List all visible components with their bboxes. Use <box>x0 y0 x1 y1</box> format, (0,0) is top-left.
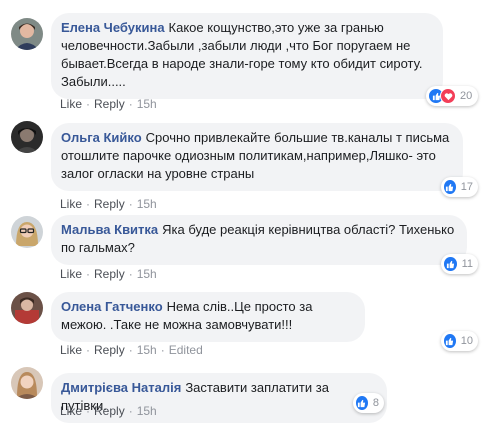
like-icon <box>443 333 457 349</box>
reaction-count: 17 <box>460 181 473 193</box>
like-button[interactable]: Like <box>60 404 82 418</box>
avatar[interactable] <box>11 292 43 324</box>
comment-timestamp[interactable]: 15h <box>137 97 157 111</box>
edited-label[interactable]: Edited <box>169 343 203 357</box>
like-icon <box>355 395 369 411</box>
like-button[interactable]: Like <box>60 97 82 111</box>
comment-actions: Like · Reply · 15h <box>60 197 157 211</box>
like-button[interactable]: Like <box>60 197 82 211</box>
comment-bubble: Мальва Квитка Яка буде реакція керівництв… <box>51 215 467 265</box>
reply-button[interactable]: Reply <box>94 197 125 211</box>
avatar[interactable] <box>11 216 43 248</box>
comment-author-link[interactable]: Ольга Кийко <box>61 130 142 145</box>
reply-button[interactable]: Reply <box>94 343 125 357</box>
comment-actions: Like · Reply · 15h <box>60 97 157 111</box>
reaction-count: 8 <box>372 397 379 409</box>
reaction-summary[interactable]: 20 <box>426 86 478 106</box>
reaction-count: 20 <box>460 90 473 102</box>
avatar[interactable] <box>11 18 43 50</box>
reply-button[interactable]: Reply <box>94 267 125 281</box>
comment-author-link[interactable]: Олена Гатченко <box>61 299 163 314</box>
avatar[interactable] <box>11 367 43 399</box>
comment-actions: Like · Reply · 15h · Edited <box>60 343 203 357</box>
comment-timestamp[interactable]: 15h <box>137 267 157 281</box>
like-icon <box>443 256 458 272</box>
comment-timestamp[interactable]: 15h <box>137 197 157 211</box>
comment-actions: Like · Reply · 15h <box>60 404 157 418</box>
comment-bubble: Ольга Кийко Срочно привлекайте большие тв… <box>51 123 463 191</box>
reply-button[interactable]: Reply <box>94 97 125 111</box>
like-button[interactable]: Like <box>60 267 82 281</box>
comment-author-link[interactable]: Дмитрієва Наталія <box>61 380 181 395</box>
reaction-summary[interactable]: 10 <box>441 331 478 351</box>
reaction-count: 11 <box>461 258 473 270</box>
comment-bubble: Олена Гатченко Нема слів..Це просто за ме… <box>51 292 365 342</box>
like-icon <box>443 179 457 195</box>
reply-button[interactable]: Reply <box>94 404 125 418</box>
like-button[interactable]: Like <box>60 343 82 357</box>
comment-timestamp[interactable]: 15h <box>137 343 157 357</box>
comment-author-link[interactable]: Елена Чебукина <box>61 20 165 35</box>
comment-bubble: Елена Чебукина Какое кощунство,это уже за… <box>51 13 443 99</box>
reaction-summary[interactable]: 8 <box>353 393 384 413</box>
comment-author-link[interactable]: Мальва Квитка <box>61 222 158 237</box>
avatar[interactable] <box>11 121 43 153</box>
reaction-summary[interactable]: 11 <box>441 254 478 274</box>
comment-actions: Like · Reply · 15h <box>60 267 157 281</box>
reaction-count: 10 <box>460 335 473 347</box>
comment-timestamp[interactable]: 15h <box>137 404 157 418</box>
reaction-summary[interactable]: 17 <box>441 177 478 197</box>
love-icon <box>440 88 456 104</box>
